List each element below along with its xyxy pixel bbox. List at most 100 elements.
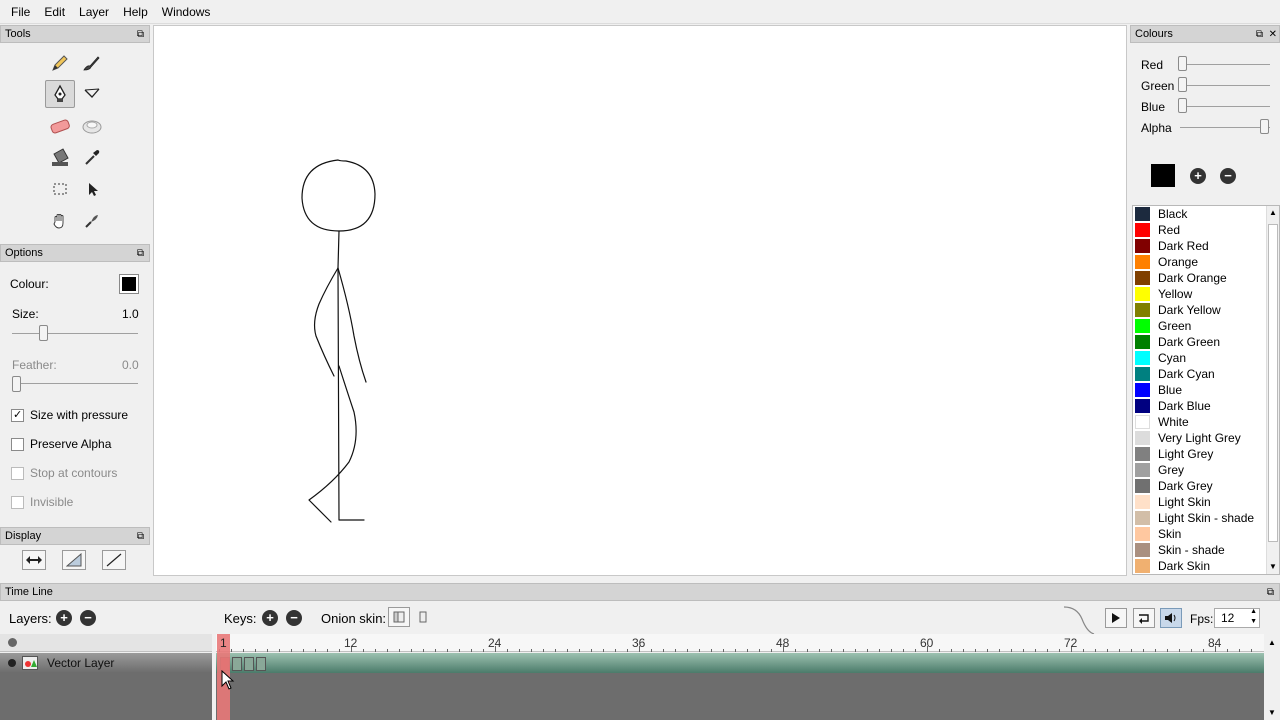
drawing-canvas[interactable] (153, 25, 1127, 576)
red-slider-thumb[interactable] (1178, 56, 1187, 71)
hand-icon[interactable] (45, 207, 75, 235)
polyline-icon[interactable] (77, 80, 107, 108)
pencil-icon[interactable] (45, 49, 75, 77)
tools-title-text: Tools (5, 28, 31, 40)
colour-picker-button[interactable] (119, 274, 139, 294)
preserve-alpha-checkbox[interactable] (11, 438, 24, 451)
stop-at-contours-checkbox[interactable] (11, 467, 24, 480)
onion-prev-icon[interactable] (388, 607, 410, 627)
keyframe[interactable] (256, 657, 266, 671)
layer-visibility-icon[interactable] (8, 659, 16, 667)
palette-item[interactable]: Orange (1133, 254, 1267, 270)
palette-item-label: Light Skin (1158, 495, 1211, 509)
menu-windows[interactable]: Windows (155, 5, 218, 19)
frame-tick (603, 649, 604, 652)
scroll-up-icon[interactable]: ▲ (1269, 208, 1277, 217)
frame-tick (1167, 649, 1168, 652)
outlines-icon[interactable] (62, 550, 86, 570)
fps-spinbox[interactable]: 12 ▲ ▼ (1214, 608, 1260, 628)
frame-tick (423, 649, 424, 652)
float-icon[interactable]: ⧉ (137, 246, 144, 262)
float-icon[interactable]: ⧉ (137, 529, 144, 545)
add-layer-icon[interactable]: + (56, 610, 72, 626)
palette-item[interactable]: Dark Cyan (1133, 366, 1267, 382)
bucket-icon[interactable] (45, 143, 75, 171)
palette-item[interactable]: Very Light Grey (1133, 430, 1267, 446)
palette-item[interactable]: Red (1133, 222, 1267, 238)
float-icon[interactable]: ⧉ (137, 27, 144, 43)
palette-item[interactable]: Dark Orange (1133, 270, 1267, 286)
eyedropper-icon[interactable] (77, 143, 107, 171)
loop-icon[interactable] (1133, 608, 1155, 628)
palette-item-label: Dark Cyan (1158, 367, 1215, 381)
add-colour-icon[interactable]: + (1190, 168, 1206, 184)
palette-item[interactable]: Dark Blue (1133, 398, 1267, 414)
keyframe[interactable] (244, 657, 254, 671)
menu-help[interactable]: Help (116, 5, 155, 19)
scroll-down-icon[interactable]: ▼ (1269, 562, 1277, 571)
frame-ruler[interactable]: 12 24 36 48 60 72 84 (216, 634, 1264, 652)
brush-icon[interactable] (77, 49, 107, 77)
display-panel-title: Display ⧉ (0, 527, 150, 545)
float-icon[interactable]: ⧉ (1256, 27, 1263, 43)
remove-colour-icon[interactable]: − (1220, 168, 1236, 184)
add-key-icon[interactable]: + (262, 610, 278, 626)
palette-scrollbar[interactable]: ▲ ▼ (1266, 206, 1279, 574)
palette-item[interactable]: Black (1133, 206, 1267, 222)
pen-icon[interactable] (45, 80, 75, 108)
palette-item[interactable]: Light Grey (1133, 446, 1267, 462)
eraser-icon[interactable] (45, 112, 75, 140)
sound-icon[interactable] (1160, 608, 1182, 628)
scroll-down-icon[interactable]: ▼ (1268, 708, 1276, 717)
thin-lines-icon[interactable] (102, 550, 126, 570)
visibility-all-icon[interactable] (8, 638, 17, 647)
spin-arrows-icon[interactable]: ▲ ▼ (1250, 607, 1257, 627)
invisible-checkbox[interactable] (11, 496, 24, 509)
timeline-scrollbar[interactable]: ▲ ▼ (1264, 634, 1280, 720)
smooth-icon[interactable] (77, 207, 107, 235)
palette-item[interactable]: Cyan (1133, 350, 1267, 366)
palette-item[interactable]: Green (1133, 318, 1267, 334)
float-icon[interactable]: ⧉ (1267, 585, 1274, 601)
menu-file[interactable]: File (4, 5, 37, 19)
flip-horizontal-icon[interactable] (22, 550, 46, 570)
palette-item[interactable]: Dark Green (1133, 334, 1267, 350)
size-with-pressure-checkbox[interactable] (11, 408, 24, 422)
frame-tick (1239, 649, 1240, 652)
palette-item[interactable]: Dark Red (1133, 238, 1267, 254)
timeline-toolbar: Layers: + − Keys: + − Onion skin: Fps: (0, 602, 1280, 634)
scroll-thumb[interactable] (1268, 224, 1278, 542)
palette-item[interactable]: Yellow (1133, 286, 1267, 302)
palette-item[interactable]: Blue (1133, 382, 1267, 398)
menu-layer[interactable]: Layer (72, 5, 116, 19)
menu-edit[interactable]: Edit (37, 5, 72, 19)
green-slider-thumb[interactable] (1178, 77, 1187, 92)
layer-track[interactable] (216, 653, 1264, 673)
remove-layer-icon[interactable]: − (80, 610, 96, 626)
remove-key-icon[interactable]: − (286, 610, 302, 626)
feather-slider-thumb[interactable] (12, 376, 21, 392)
smudge-icon[interactable] (77, 112, 107, 140)
palette-item[interactable]: Skin (1133, 526, 1267, 542)
layer-row[interactable]: Vector Layer (0, 653, 212, 673)
frame-tick (1179, 649, 1180, 652)
palette-item[interactable]: Dark Skin (1133, 558, 1267, 574)
keyframe[interactable] (232, 657, 242, 671)
current-colour-swatch[interactable] (1151, 164, 1175, 187)
move-arrow-icon[interactable] (77, 175, 107, 203)
close-icon[interactable]: ✕ (1269, 27, 1277, 43)
palette-item[interactable]: Light Skin (1133, 494, 1267, 510)
palette-item[interactable]: White (1133, 414, 1267, 430)
play-icon[interactable] (1105, 608, 1127, 628)
blue-slider-thumb[interactable] (1178, 98, 1187, 113)
alpha-slider-thumb[interactable] (1260, 119, 1269, 134)
scroll-up-icon[interactable]: ▲ (1268, 638, 1276, 647)
palette-item[interactable]: Light Skin - shade (1133, 510, 1267, 526)
palette-item[interactable]: Skin - shade (1133, 542, 1267, 558)
palette-item[interactable]: Grey (1133, 462, 1267, 478)
size-slider-thumb[interactable] (39, 325, 48, 341)
palette-item[interactable]: Dark Grey (1133, 478, 1267, 494)
onion-next-icon[interactable] (412, 607, 434, 627)
select-icon[interactable] (45, 175, 75, 203)
palette-item[interactable]: Dark Yellow (1133, 302, 1267, 318)
